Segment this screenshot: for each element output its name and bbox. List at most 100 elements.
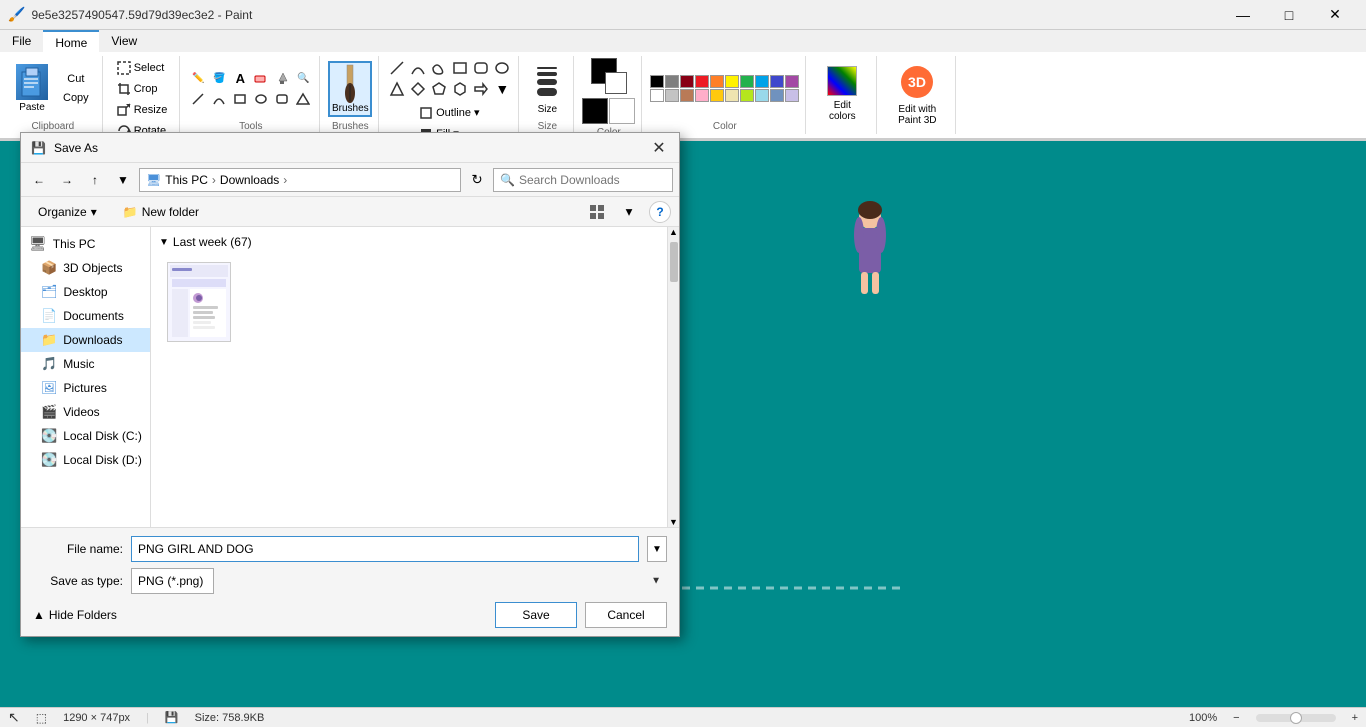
file-size: Size: 758.9KB	[195, 712, 265, 724]
savetype-row: Save as type: PNG (*.png) JPEG (*.jpg) B…	[33, 568, 667, 594]
color-swatch[interactable]	[755, 75, 769, 88]
tab-view[interactable]: View	[99, 30, 149, 52]
background-color[interactable]	[605, 72, 627, 94]
roundrect-tool[interactable]	[272, 89, 292, 109]
scroll-down-button[interactable]: ▼	[669, 517, 679, 527]
hide-folders-toggle[interactable]: ▲ Hide Folders	[33, 608, 117, 622]
tab-file[interactable]: File	[0, 30, 43, 52]
shape-arrow-right[interactable]	[471, 79, 491, 99]
tab-home[interactable]: Home	[43, 30, 99, 52]
cut-button[interactable]: Cut	[56, 70, 96, 88]
view-dropdown-button[interactable]: ▾	[617, 200, 641, 224]
eraser-tool[interactable]	[251, 68, 271, 88]
color-swatch[interactable]	[770, 75, 784, 88]
zoom-out-icon[interactable]: −	[1233, 712, 1239, 724]
color-swatch[interactable]	[650, 89, 664, 102]
color-swatch[interactable]	[650, 75, 664, 88]
color-swatch[interactable]	[695, 89, 709, 102]
shape-hexagon[interactable]	[450, 79, 470, 99]
shape-diamond[interactable]	[408, 79, 428, 99]
color-swatch[interactable]	[710, 89, 724, 102]
color-swatch[interactable]	[770, 89, 784, 102]
paste-button[interactable]: Paste	[10, 61, 54, 117]
help-button[interactable]: ?	[649, 201, 671, 223]
shape-triangle[interactable]	[387, 79, 407, 99]
color-swatch[interactable]	[725, 75, 739, 88]
nav-up-button[interactable]: ↑	[83, 168, 107, 192]
zoom-slider[interactable]	[1256, 714, 1336, 722]
new-folder-button[interactable]: 📁 New folder	[114, 202, 208, 222]
curve-tool[interactable]	[209, 89, 229, 109]
savetype-select[interactable]: PNG (*.png) JPEG (*.jpg) BMP (*.bmp) GIF…	[131, 568, 214, 594]
save-button[interactable]: Save	[495, 602, 577, 628]
dialog-close-button[interactable]: ✕	[649, 138, 669, 158]
search-input[interactable]	[519, 173, 666, 187]
shape-ellipse[interactable]	[492, 58, 512, 78]
color-swatch[interactable]	[755, 89, 769, 102]
color-swatch[interactable]	[680, 89, 694, 102]
sidebar-item-3dobjects[interactable]: 📦 3D Objects	[21, 256, 150, 280]
color-swatch[interactable]	[710, 75, 724, 88]
scroll-up-button[interactable]: ▲	[669, 227, 679, 237]
color-swatch[interactable]	[665, 75, 679, 88]
close-button[interactable]: ✕	[1312, 0, 1358, 30]
organize-button[interactable]: Organize ▾	[29, 202, 106, 222]
line-tool[interactable]	[188, 89, 208, 109]
shape-more[interactable]: ▼	[492, 79, 512, 99]
sidebar-item-music[interactable]: 🎵 Music	[21, 352, 150, 376]
size-button[interactable]: Size	[527, 61, 567, 117]
color-swatch[interactable]	[785, 89, 799, 102]
sidebar-item-documents[interactable]: 📄 Documents	[21, 304, 150, 328]
rect-tool[interactable]	[230, 89, 250, 109]
color-swatch[interactable]	[665, 89, 679, 102]
color-swatch[interactable]	[740, 89, 754, 102]
sidebar-item-localc[interactable]: 💽 Local Disk (C:)	[21, 424, 150, 448]
zoom-in-icon[interactable]: +	[1352, 712, 1358, 724]
filename-input[interactable]	[131, 536, 639, 562]
sidebar-item-pictures[interactable]: 🖼 Pictures	[21, 376, 150, 400]
file-item[interactable]	[159, 257, 239, 347]
color-swatch[interactable]	[740, 75, 754, 88]
sidebar-item-downloads[interactable]: 📁 Downloads	[21, 328, 150, 352]
crop-button[interactable]: Crop	[111, 79, 174, 99]
breadcrumb[interactable]: 🖥 This PC › Downloads ›	[139, 168, 461, 192]
filename-dropdown-button[interactable]: ▼	[647, 536, 667, 562]
maximize-button[interactable]: □	[1266, 0, 1312, 30]
color-picker-tool[interactable]	[272, 68, 292, 88]
color-swatch[interactable]	[695, 75, 709, 88]
magnify-tool[interactable]: 🔍	[293, 68, 313, 88]
nav-forward-button[interactable]: →	[55, 168, 79, 192]
color-swatch[interactable]	[680, 75, 694, 88]
color-swatch[interactable]	[725, 89, 739, 102]
sidebar-item-videos[interactable]: 🎬 Videos	[21, 400, 150, 424]
shape-rect[interactable]	[450, 58, 470, 78]
brushes-button[interactable]: Brushes	[328, 61, 372, 117]
sidebar-item-locald[interactable]: 💽 Local Disk (D:)	[21, 448, 150, 472]
nav-dropdown-button[interactable]: ▼	[111, 168, 135, 192]
copy-button[interactable]: Copy	[56, 89, 96, 107]
oval-tool[interactable]	[251, 89, 271, 109]
refresh-button[interactable]: ↻	[465, 168, 489, 192]
view-options-button[interactable]	[585, 200, 609, 224]
triangle-tool[interactable]	[293, 89, 313, 109]
scroll-thumb[interactable]	[670, 242, 678, 282]
zoom-thumb[interactable]	[1290, 712, 1302, 724]
sidebar-item-desktop[interactable]: 🗂 Desktop	[21, 280, 150, 304]
section-header[interactable]: ▼ Last week (67)	[159, 231, 659, 253]
fill-tool[interactable]: 🪣	[209, 68, 229, 88]
color-swatch[interactable]	[785, 75, 799, 88]
shape-curve[interactable]	[408, 58, 428, 78]
minimize-button[interactable]: —	[1220, 0, 1266, 30]
shape-freeform[interactable]	[429, 58, 449, 78]
text-tool[interactable]: A	[230, 68, 250, 88]
select-button[interactable]: Select	[111, 58, 174, 78]
pencil-tool[interactable]: ✏️	[188, 68, 208, 88]
shape-pentagon[interactable]	[429, 79, 449, 99]
shape-roundrect[interactable]	[471, 58, 491, 78]
sidebar-item-thispc[interactable]: 🖥 This PC	[21, 231, 150, 256]
localc-icon: 💽	[41, 428, 57, 444]
shape-line[interactable]	[387, 58, 407, 78]
nav-back-button[interactable]: ←	[27, 168, 51, 192]
cancel-button[interactable]: Cancel	[585, 602, 667, 628]
vertical-scrollbar[interactable]: ▲ ▼	[667, 227, 679, 527]
